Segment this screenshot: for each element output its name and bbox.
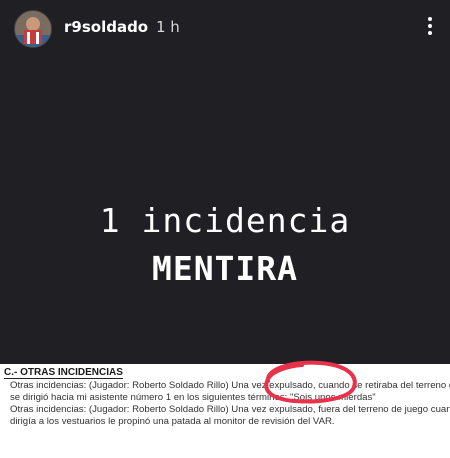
avatar[interactable] bbox=[14, 10, 52, 48]
username[interactable]: r9soldado bbox=[64, 18, 148, 36]
document-excerpt: C.- OTRAS INCIDENCIAS Otras incidencias:… bbox=[0, 364, 450, 458]
timestamp: 1 h bbox=[156, 18, 180, 36]
story-text-line-2: MENTIRA bbox=[151, 249, 299, 288]
story-header: r9soldado 1 h bbox=[0, 0, 450, 56]
story-text-line-1: 1 incidencia bbox=[99, 201, 351, 240]
document-line: Otras incidencias: (Jugador: Roberto Sol… bbox=[10, 404, 450, 415]
document-line: Otras incidencias: (Jugador: Roberto Sol… bbox=[10, 380, 450, 391]
document-line: dirigía a los vestuarios le propinó una … bbox=[10, 416, 335, 427]
more-vertical-icon[interactable] bbox=[422, 14, 438, 38]
document-heading: C.- OTRAS INCIDENCIAS bbox=[4, 367, 123, 379]
document-line: se dirigió hacia mi asistente número 1 e… bbox=[10, 392, 376, 403]
